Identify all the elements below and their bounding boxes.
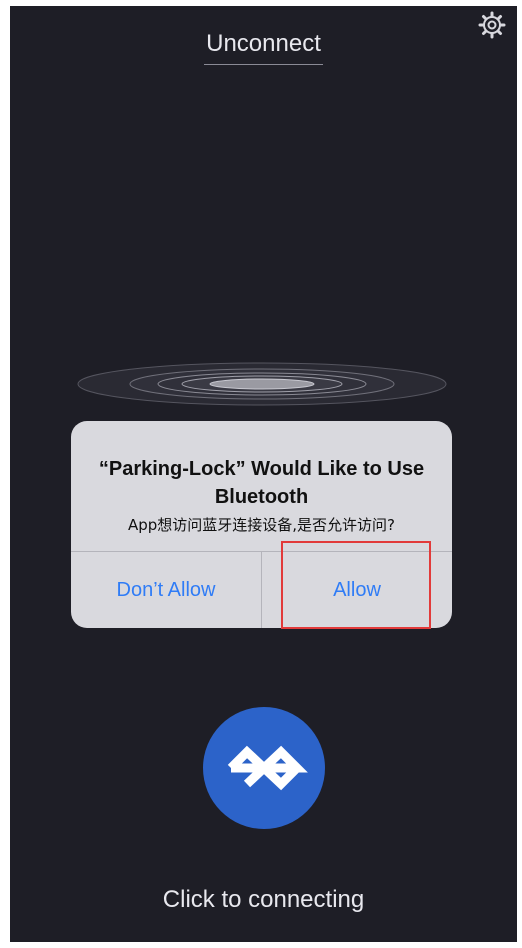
gear-icon[interactable]: [477, 10, 507, 40]
radar-rings-icon: [76, 361, 448, 407]
dialog-title: “Parking-Lock” Would Like to Use Bluetoo…: [98, 458, 425, 508]
connection-status-title[interactable]: Unconnect: [204, 26, 323, 65]
allow-highlight-box: [281, 541, 431, 629]
header: Unconnect: [10, 26, 517, 65]
bluetooth-icon: [227, 745, 308, 791]
dont-allow-button[interactable]: Don’t Allow: [71, 552, 261, 628]
bluetooth-connect-button[interactable]: [203, 707, 325, 829]
dialog-message: App想访问蓝牙连接设备,是否允许访问?: [127, 516, 396, 534]
connect-status-text: Click to connecting: [162, 886, 365, 913]
app-screen: Unconnect “Parking-Lock” Would Like to U…: [10, 6, 517, 942]
